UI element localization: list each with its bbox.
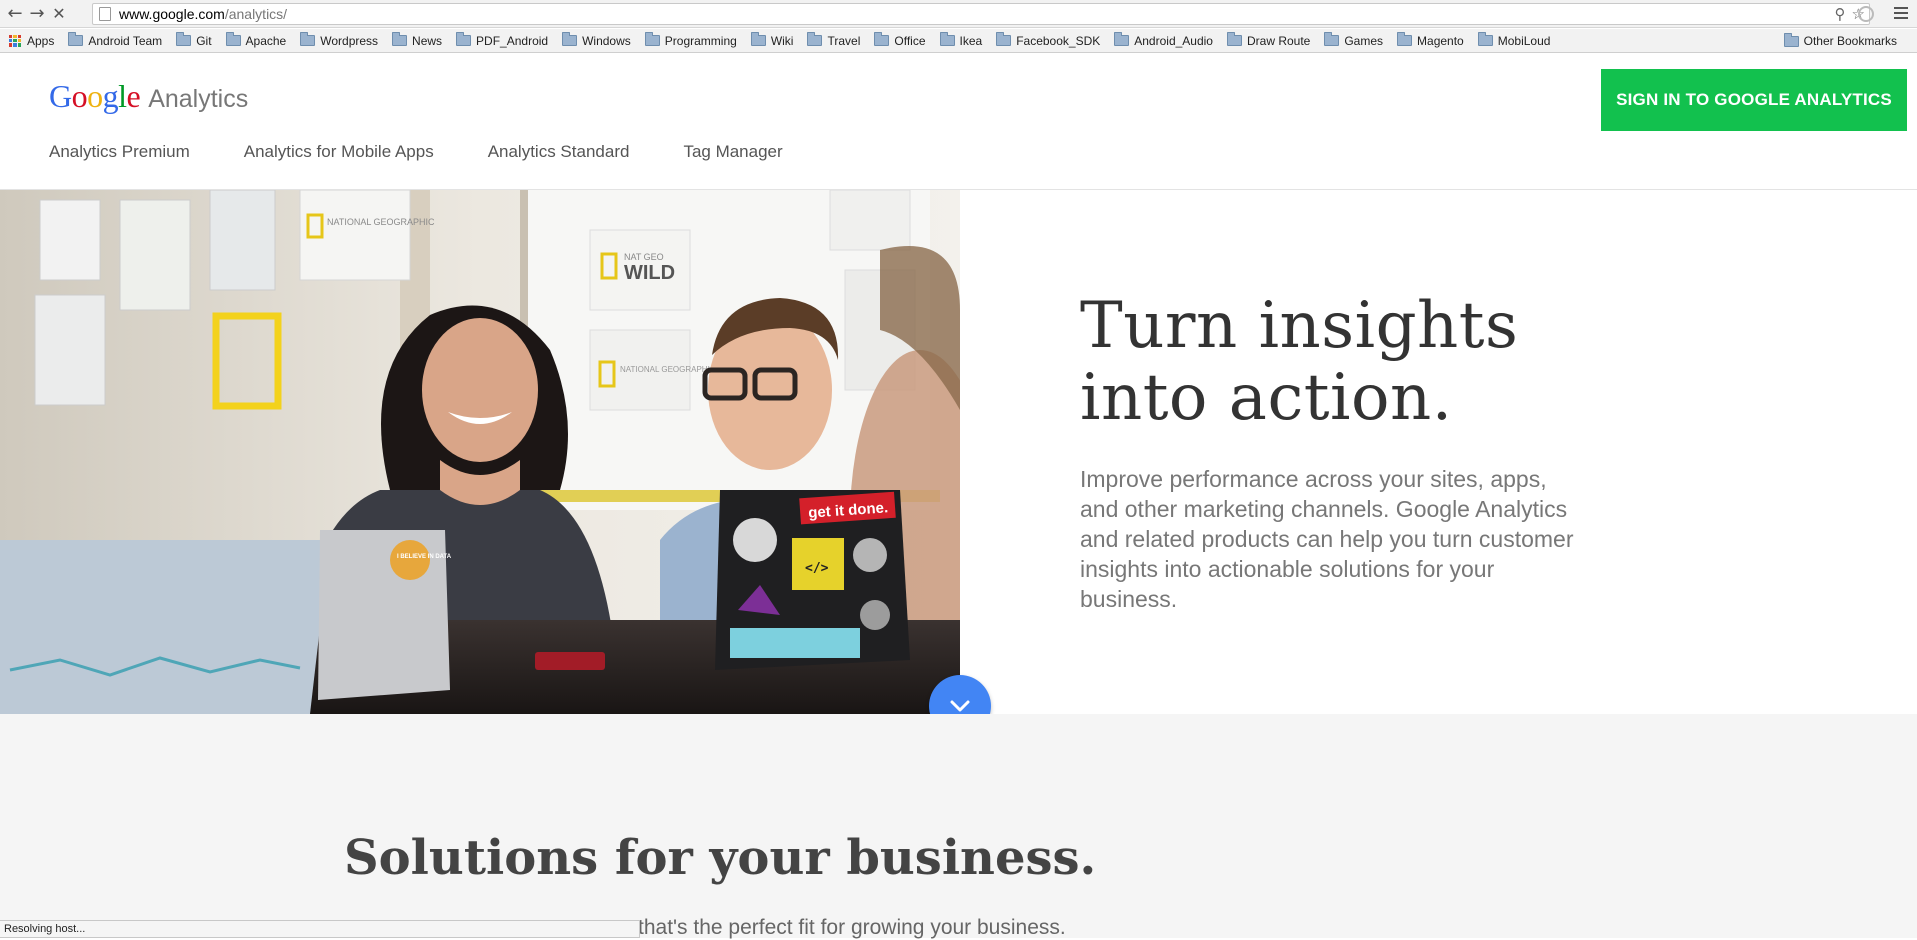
apps-grid-icon [9,34,21,47]
hero-section: NATIONAL GEOGRAPHIC NAT GEO WILD NATIONA… [0,190,1917,714]
bookmark-news[interactable]: News [392,32,443,48]
bookmark-mobiloud[interactable]: MobiLoud [1477,32,1551,48]
folder-icon [562,32,578,46]
browser-toolbar: ← → ✕ www.google.com/analytics/ ⚲ ☆ [0,0,1917,28]
folder-icon [644,32,660,46]
hamburger-menu-icon[interactable] [1893,4,1909,22]
solutions-section: Solutions for your business. that's the … [0,714,1917,939]
stop-loading-icon[interactable]: ✕ [48,3,70,25]
bookmark-label: Programming [664,33,737,48]
bookmark-label: Other Bookmarks [1803,34,1897,48]
folder-icon [1114,32,1130,46]
bookmark-windows[interactable]: Windows [562,32,631,48]
page-icon [99,7,111,21]
chevron-down-icon [950,700,970,712]
folder-icon [750,32,766,46]
poster1-text: NATIONAL GEOGRAPHIC [327,217,435,227]
folder-icon [68,32,84,46]
forward-arrow-icon[interactable]: → [26,3,48,25]
folder-icon [1477,32,1493,46]
folder-icon [1783,32,1799,47]
bookmark-wiki[interactable]: Wiki [750,32,794,48]
site-header: Google Analytics SIGN IN TO GOOGLE ANALY… [0,54,1917,190]
folder-icon [225,32,241,46]
bookmark-programming[interactable]: Programming [644,32,737,48]
folder-icon [1397,32,1413,46]
bookmark-wordpress[interactable]: Wordpress [300,32,379,48]
sign-in-button[interactable]: SIGN IN TO GOOGLE ANALYTICS [1601,69,1907,131]
hero-photo: NATIONAL GEOGRAPHIC NAT GEO WILD NATIONA… [0,190,960,714]
web-page: Google Analytics SIGN IN TO GOOGLE ANALY… [0,54,1917,939]
bookmark-label: MobiLoud [1497,33,1551,48]
bookmark-label: Office [894,33,926,48]
bookmark-label: Games [1344,33,1384,48]
poster2-small-text: NAT GEO [624,252,664,262]
solutions-subtitle: that's the perfect fit for growing your … [638,916,1066,939]
bookmark-label: News [412,33,443,48]
bookmark-apache[interactable]: Apache [225,32,287,48]
folder-icon [456,32,472,46]
google-analytics-logo[interactable]: Google Analytics [49,78,248,115]
bookmark-android-team[interactable]: Android Team [68,32,163,48]
hero-title-line1: Turn insights [1080,289,1519,363]
bookmark-draw-route[interactable]: Draw Route [1226,32,1311,48]
bookmark-label: Travel [827,33,861,48]
bookmark-travel[interactable]: Travel [807,32,861,48]
extension-icon[interactable] [1858,6,1874,22]
bookmark-label: Magento [1417,33,1464,48]
bookmark-label: Draw Route [1246,33,1311,48]
bookmark-label: Android_Audio [1134,33,1213,48]
solutions-title: Solutions for your business. [344,830,1097,886]
folder-icon [874,32,890,46]
bookmark-games[interactable]: Games [1324,32,1384,48]
hero-title: Turn insights into action. [1080,290,1518,434]
hero-description: Improve performance across your sites, a… [1080,466,1574,612]
sticker-code: </> [805,561,829,576]
bookmark-label: Android Team [88,33,163,48]
folder-icon [807,32,823,46]
folder-icon [392,32,408,46]
nav-analytics-standard[interactable]: Analytics Standard [488,142,630,162]
bookmark-office[interactable]: Office [874,32,926,48]
folder-icon [996,32,1012,46]
bookmark-label: Wordpress [320,33,379,48]
bookmark-label: Git [196,33,212,48]
folder-icon [1226,32,1242,46]
bookmark-label: Ikea [959,33,983,48]
poster2-big-text: WILD [624,262,675,284]
logo-product-name: Analytics [148,85,249,113]
zoom-icon[interactable]: ⚲ [1835,5,1846,23]
bookmark-label: Windows [582,33,631,48]
folder-icon [1324,32,1340,46]
bookmark-magento[interactable]: Magento [1397,32,1464,48]
main-nav: Analytics Premium Analytics for Mobile A… [49,142,837,162]
bookmark-apps[interactable]: Apps [0,34,54,48]
bookmark-label: Wiki [770,33,794,48]
bookmark-label: PDF_Android [476,33,549,48]
folder-icon [176,32,192,46]
nav-tag-manager[interactable]: Tag Manager [683,142,782,162]
bookmark-git[interactable]: Git [176,32,212,48]
bookmark-label: Apps [27,33,55,48]
nav-analytics-mobile-apps[interactable]: Analytics for Mobile Apps [244,142,434,162]
hero-title-line2: into action. [1080,361,1453,435]
bookmarks-bar: Apps Android Team Git Apache Wordpress N… [0,29,1917,53]
bookmark-android-audio[interactable]: Android_Audio [1114,32,1213,48]
nav-analytics-premium[interactable]: Analytics Premium [49,142,190,162]
folder-icon [300,32,316,46]
sticker-believe-data: I BELIEVE IN DATA [397,554,452,560]
bookmark-other[interactable]: Other Bookmarks [1783,32,1897,48]
url-host: www.google.com [119,6,225,22]
bookmark-label: Apache [245,33,287,48]
google-wordmark: Google [49,78,141,114]
bookmark-facebook-sdk[interactable]: Facebook_SDK [996,32,1101,48]
url-path: /analytics/ [224,6,288,22]
status-bar: Resolving host... [0,920,640,938]
back-arrow-icon[interactable]: ← [4,3,26,25]
bookmark-label: Facebook_SDK [1016,33,1101,48]
folder-icon [939,32,955,46]
address-bar[interactable]: www.google.com/analytics/ ⚲ ☆ [92,3,1870,25]
bookmark-pdf-android[interactable]: PDF_Android [456,32,549,48]
bookmark-ikea[interactable]: Ikea [939,32,983,48]
